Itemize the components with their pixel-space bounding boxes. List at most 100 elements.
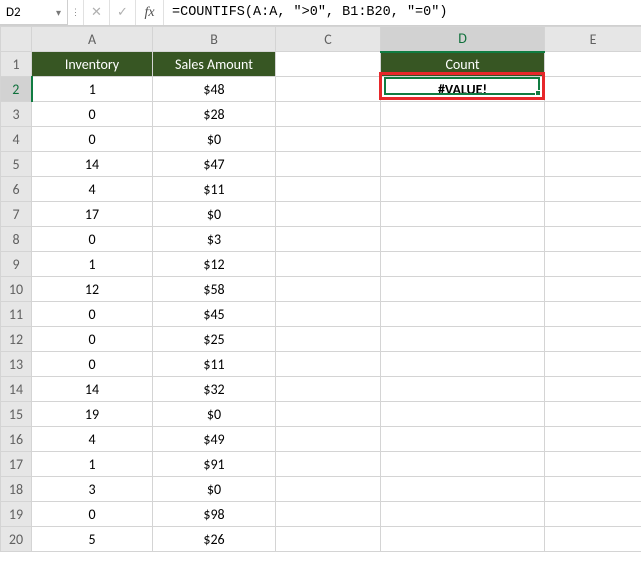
cell[interactable]: $11 xyxy=(153,352,276,377)
cancel-formula-icon[interactable]: ✕ xyxy=(84,0,110,25)
cell[interactable] xyxy=(276,177,381,202)
cell[interactable]: $26 xyxy=(153,527,276,552)
row-header[interactable]: 2 xyxy=(1,77,32,102)
row-header[interactable]: 20 xyxy=(1,527,32,552)
fx-icon[interactable]: fx xyxy=(136,0,164,25)
col-header-B[interactable]: B xyxy=(153,27,276,52)
cell[interactable]: $91 xyxy=(153,452,276,477)
cell[interactable]: Sales Amount xyxy=(153,52,276,77)
cell[interactable] xyxy=(276,452,381,477)
name-box[interactable]: D2 ▾ xyxy=(0,0,68,25)
cell[interactable] xyxy=(276,327,381,352)
cell[interactable]: 14 xyxy=(32,152,153,177)
row-header[interactable]: 1 xyxy=(1,52,32,77)
cell[interactable]: 1 xyxy=(32,77,153,102)
cell[interactable] xyxy=(545,277,641,302)
cell[interactable] xyxy=(276,127,381,152)
formula-input[interactable]: =COUNTIFS(A:A, ">0", B1:B20, "=0") xyxy=(164,0,641,25)
row-header[interactable]: 16 xyxy=(1,427,32,452)
cell[interactable]: $0 xyxy=(153,477,276,502)
cell[interactable]: $28 xyxy=(153,102,276,127)
cell[interactable] xyxy=(545,152,641,177)
cell[interactable]: 0 xyxy=(32,502,153,527)
cell[interactable]: 4 xyxy=(32,177,153,202)
cell[interactable] xyxy=(545,352,641,377)
row-header[interactable]: 13 xyxy=(1,352,32,377)
cell[interactable] xyxy=(381,252,545,277)
cell[interactable] xyxy=(545,427,641,452)
cell[interactable] xyxy=(545,377,641,402)
cell[interactable] xyxy=(276,302,381,327)
name-box-dropdown-icon[interactable]: ▾ xyxy=(56,6,61,19)
cell[interactable] xyxy=(381,152,545,177)
cell[interactable]: $25 xyxy=(153,327,276,352)
cell[interactable] xyxy=(381,227,545,252)
row-header[interactable]: 17 xyxy=(1,452,32,477)
cell[interactable] xyxy=(276,427,381,452)
cell[interactable] xyxy=(545,202,641,227)
cell[interactable] xyxy=(381,477,545,502)
row-header[interactable]: 14 xyxy=(1,377,32,402)
cell[interactable] xyxy=(276,502,381,527)
row-header[interactable]: 8 xyxy=(1,227,32,252)
cell[interactable] xyxy=(545,527,641,552)
cell[interactable] xyxy=(545,177,641,202)
cell[interactable]: $32 xyxy=(153,377,276,402)
cell[interactable]: Count xyxy=(381,52,545,77)
cell[interactable] xyxy=(545,127,641,152)
cell[interactable] xyxy=(276,402,381,427)
cell[interactable] xyxy=(381,527,545,552)
row-header[interactable]: 4 xyxy=(1,127,32,152)
cell[interactable]: $49 xyxy=(153,427,276,452)
cell[interactable]: 0 xyxy=(32,302,153,327)
cell[interactable]: 0 xyxy=(32,327,153,352)
cell[interactable] xyxy=(381,127,545,152)
cell[interactable] xyxy=(276,152,381,177)
row-header[interactable]: 3 xyxy=(1,102,32,127)
cell[interactable] xyxy=(381,452,545,477)
cell[interactable] xyxy=(545,227,641,252)
cell[interactable] xyxy=(545,252,641,277)
cell[interactable]: 0 xyxy=(32,352,153,377)
cell[interactable] xyxy=(545,52,641,77)
accept-formula-icon[interactable]: ✓ xyxy=(110,0,136,25)
cell[interactable] xyxy=(545,452,641,477)
row-header[interactable]: 10 xyxy=(1,277,32,302)
cell[interactable]: Inventory xyxy=(32,52,153,77)
spreadsheet-grid[interactable]: A B C D E 1InventorySales AmountCount21$… xyxy=(0,26,641,565)
cell[interactable] xyxy=(276,527,381,552)
cell[interactable]: $58 xyxy=(153,277,276,302)
cell[interactable]: 1 xyxy=(32,252,153,277)
cell[interactable] xyxy=(381,177,545,202)
cell[interactable] xyxy=(545,77,641,102)
cell[interactable] xyxy=(276,352,381,377)
cell[interactable] xyxy=(545,402,641,427)
cell[interactable]: #VALUE! xyxy=(381,77,545,102)
cell[interactable]: 4 xyxy=(32,427,153,452)
cell[interactable]: $12 xyxy=(153,252,276,277)
cell[interactable] xyxy=(545,327,641,352)
cell[interactable] xyxy=(276,277,381,302)
row-header[interactable]: 6 xyxy=(1,177,32,202)
row-header[interactable]: 18 xyxy=(1,477,32,502)
cell[interactable] xyxy=(381,427,545,452)
cell[interactable] xyxy=(276,202,381,227)
col-header-C[interactable]: C xyxy=(276,27,381,52)
row-header[interactable]: 12 xyxy=(1,327,32,352)
cell[interactable] xyxy=(276,52,381,77)
cell[interactable]: $11 xyxy=(153,177,276,202)
cell[interactable] xyxy=(545,502,641,527)
cell[interactable] xyxy=(381,277,545,302)
cell[interactable]: 0 xyxy=(32,227,153,252)
cell[interactable]: $98 xyxy=(153,502,276,527)
cell[interactable]: 14 xyxy=(32,377,153,402)
row-header[interactable]: 19 xyxy=(1,502,32,527)
cell[interactable]: 0 xyxy=(32,127,153,152)
col-header-E[interactable]: E xyxy=(545,27,641,52)
cell[interactable]: 5 xyxy=(32,527,153,552)
cell[interactable] xyxy=(381,102,545,127)
cell[interactable] xyxy=(276,77,381,102)
row-header[interactable]: 5 xyxy=(1,152,32,177)
cell[interactable] xyxy=(381,302,545,327)
row-header[interactable]: 11 xyxy=(1,302,32,327)
